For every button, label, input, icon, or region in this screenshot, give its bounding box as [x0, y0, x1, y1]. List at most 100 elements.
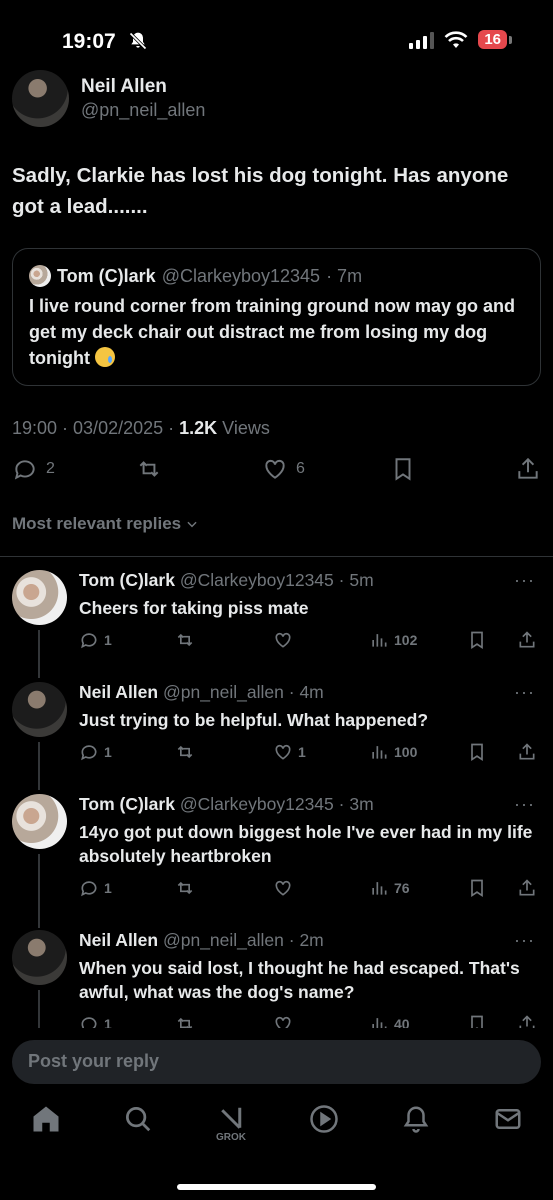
share-icon [519, 743, 535, 760]
bookmark-button[interactable] [390, 456, 416, 482]
tab-video[interactable] [309, 1104, 339, 1134]
reply-text: Cheers for taking piss mate [79, 598, 309, 618]
reply-header: Tom (C)lark @Clarkeyboy12345 · 3m [79, 794, 374, 815]
repost-button[interactable] [175, 742, 195, 762]
more-options-icon[interactable]: ··· [514, 794, 535, 815]
bookmark-icon [471, 879, 483, 898]
avatar[interactable] [12, 794, 67, 849]
tweet-meta: 19:00 · 03/02/2025 · 1.2K Views [12, 418, 270, 439]
reply-author-handle[interactable]: @Clarkeyboy12345 [180, 570, 334, 590]
reply-author-handle[interactable]: @pn_neil_allen [163, 930, 284, 950]
heart-icon [275, 744, 291, 760]
share-button[interactable] [515, 456, 541, 482]
reply-author-name[interactable]: Neil Allen [79, 682, 158, 702]
share-button[interactable] [517, 742, 537, 762]
reply-author-name[interactable]: Tom (C)lark [79, 570, 175, 590]
quoted-tweet[interactable]: Tom (C)lark @Clarkeyboy12345 · 7m I live… [12, 248, 541, 386]
wifi-icon [444, 30, 468, 48]
reply-actions: 1 1 100 [79, 742, 539, 766]
bookmark-button[interactable] [467, 630, 487, 650]
reply-age: · 2m [283, 930, 324, 950]
heart-icon [265, 459, 285, 479]
more-options-icon[interactable]: ··· [514, 682, 535, 703]
reply-text: 14yo got put down biggest hole I've ever… [79, 822, 533, 866]
author-handle[interactable]: @pn_neil_allen [81, 100, 205, 121]
like-button[interactable]: 1 [273, 742, 306, 762]
more-options-icon[interactable]: ··· [514, 570, 535, 591]
tab-messages[interactable] [493, 1104, 523, 1134]
bookmark-icon [471, 631, 483, 650]
reply-icon [14, 460, 35, 480]
quote-author-handle: @Clarkeyboy12345 [161, 265, 321, 286]
share-icon [519, 879, 535, 896]
reply-button[interactable]: 2 [12, 456, 55, 482]
reply-actions: 1 76 [79, 878, 539, 902]
cellular-signal-icon [409, 31, 435, 49]
reply-button[interactable]: 1 [79, 878, 112, 898]
reply-item[interactable]: Neil Allen @pn_neil_allen · 2m ··· When yo… [0, 930, 553, 1034]
heart-icon [275, 880, 291, 896]
reply-author-handle[interactable]: @Clarkeyboy12345 [180, 794, 334, 814]
reply-item[interactable]: Neil Allen @pn_neil_allen · 4m ··· Just tr… [0, 682, 553, 782]
tweet-actions: 2 6 [12, 456, 541, 488]
author-name[interactable]: Neil Allen [81, 76, 205, 98]
like-count: 6 [296, 460, 305, 477]
reply-count: 1 [104, 744, 112, 760]
repost-button[interactable] [175, 878, 195, 898]
heart-icon [275, 632, 291, 648]
views-label: Views [217, 418, 270, 438]
home-indicator [177, 1184, 376, 1190]
views-button[interactable]: 102 [369, 630, 417, 650]
reply-count: 2 [46, 460, 55, 477]
share-button[interactable] [517, 630, 537, 650]
reply-icon [81, 745, 97, 761]
views-button[interactable]: 76 [369, 878, 410, 898]
bookmark-button[interactable] [467, 878, 487, 898]
reply-button[interactable]: 1 [79, 630, 112, 650]
chevron-down-icon [187, 521, 197, 528]
views-count: 76 [394, 880, 410, 896]
repost-button[interactable] [175, 630, 195, 650]
reply-count: 1 [104, 632, 112, 648]
more-options-icon[interactable]: ··· [514, 930, 535, 951]
avatar[interactable] [12, 570, 67, 625]
reply-header: Tom (C)lark @Clarkeyboy12345 · 5m [79, 570, 374, 591]
reply-count: 1 [104, 880, 112, 896]
reply-item[interactable]: Tom (C)lark @Clarkeyboy12345 · 5m ··· Chee… [0, 570, 553, 670]
reply-author-handle[interactable]: @pn_neil_allen [163, 682, 284, 702]
divider [0, 556, 553, 557]
repost-button[interactable] [136, 456, 162, 482]
views-count: 100 [394, 744, 418, 760]
home-icon [33, 1106, 59, 1132]
views-chart-icon [372, 882, 387, 895]
reply-age: · 3m [333, 794, 374, 814]
like-button[interactable] [273, 630, 298, 650]
bookmark-button[interactable] [467, 742, 487, 762]
views-count[interactable]: 1.2K [179, 418, 217, 438]
reply-age: · 5m [333, 570, 374, 590]
like-button[interactable] [273, 878, 298, 898]
bookmark-icon [395, 458, 411, 481]
avatar[interactable] [12, 682, 67, 737]
bell-icon [403, 1106, 429, 1133]
avatar[interactable] [12, 930, 67, 985]
views-count: 102 [394, 632, 418, 648]
tab-notifications[interactable] [401, 1104, 431, 1134]
grok-label: GROK [216, 1132, 246, 1143]
tweet-author[interactable]: Neil Allen @pn_neil_allen [12, 70, 205, 127]
reply-item[interactable]: Tom (C)lark @Clarkeyboy12345 · 3m ··· 14yo… [0, 794, 553, 898]
replies-sort-dropdown[interactable]: Most relevant replies [12, 514, 199, 534]
reply-input[interactable]: Post your reply [12, 1040, 541, 1084]
share-button[interactable] [517, 878, 537, 898]
grok-icon [221, 1107, 242, 1129]
reply-author-name[interactable]: Tom (C)lark [79, 794, 175, 814]
reply-button[interactable]: 1 [79, 742, 112, 762]
tab-search[interactable] [123, 1104, 153, 1134]
like-button[interactable]: 6 [262, 456, 305, 482]
tab-grok[interactable]: GROK [216, 1104, 246, 1143]
reply-actions: 1 102 [79, 630, 539, 654]
views-button[interactable]: 100 [369, 742, 417, 762]
reply-author-name[interactable]: Neil Allen [79, 930, 158, 950]
avatar[interactable] [12, 70, 69, 127]
tab-home[interactable] [31, 1104, 61, 1134]
